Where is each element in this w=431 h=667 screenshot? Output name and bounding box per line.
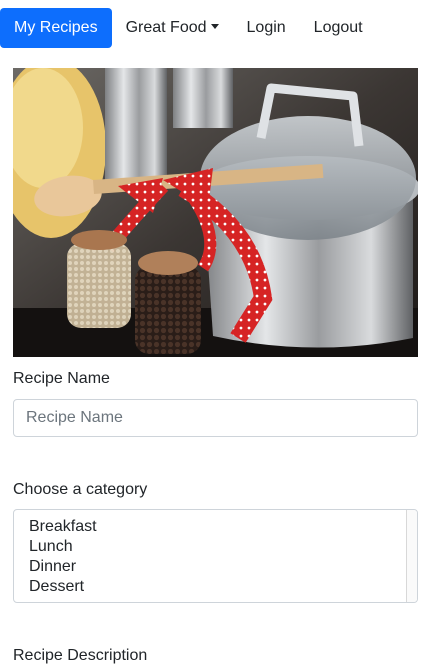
nav-item-logout[interactable]: Logout bbox=[300, 8, 377, 48]
nav-item-great-food[interactable]: Great Food bbox=[112, 8, 233, 48]
hero-image bbox=[13, 68, 418, 357]
category-option-lunch[interactable]: Lunch bbox=[14, 537, 417, 557]
recipe-description-label: Recipe Description bbox=[13, 647, 148, 664]
navbar: My Recipes Great Food Login Logout bbox=[0, 8, 377, 48]
nav-item-label: Great Food bbox=[125, 19, 207, 36]
category-option-dessert[interactable]: Dessert bbox=[14, 577, 417, 597]
recipe-name-input[interactable] bbox=[13, 399, 418, 437]
category-option-breakfast[interactable]: Breakfast bbox=[14, 517, 417, 537]
nav-item-login[interactable]: Login bbox=[233, 8, 300, 48]
kitchen-photo bbox=[13, 68, 418, 357]
category-listbox-scrollbar[interactable] bbox=[406, 510, 417, 602]
recipe-name-label: Recipe Name bbox=[13, 370, 110, 387]
nav-brand-my-recipes[interactable]: My Recipes bbox=[0, 8, 112, 48]
chevron-down-icon bbox=[210, 23, 219, 29]
category-label: Choose a category bbox=[13, 481, 148, 498]
category-listbox[interactable]: Breakfast Lunch Dinner Dessert bbox=[13, 509, 418, 603]
category-option-dinner[interactable]: Dinner bbox=[14, 557, 417, 577]
